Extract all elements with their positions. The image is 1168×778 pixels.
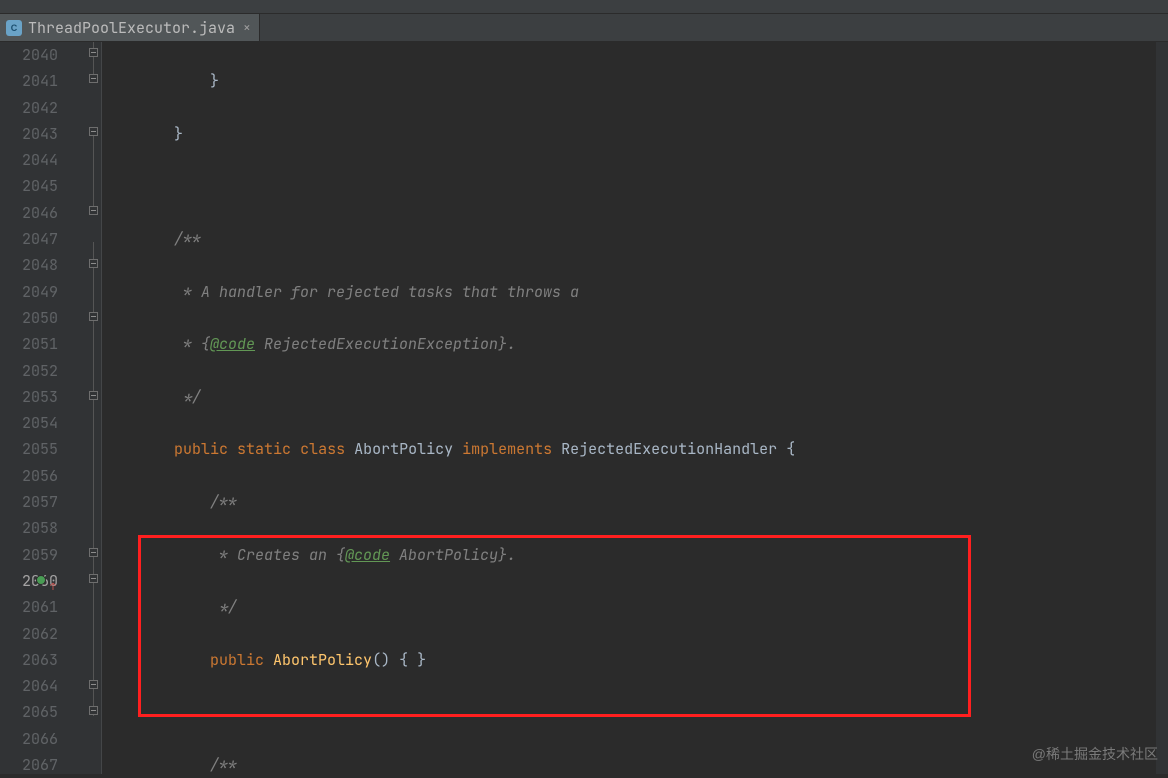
code-line: * A handler for rejected tasks that thro… bbox=[102, 279, 1168, 305]
line-number: 2045 bbox=[0, 173, 86, 199]
line-number: 2044 bbox=[0, 147, 86, 173]
fold-toggle-icon[interactable] bbox=[89, 706, 98, 715]
fold-toggle-icon[interactable] bbox=[89, 391, 98, 400]
tab-bar: C ThreadPoolExecutor.java × bbox=[0, 14, 1168, 42]
fold-toggle-icon[interactable] bbox=[89, 548, 98, 557]
fold-toggle-icon[interactable] bbox=[89, 48, 98, 57]
code-line bbox=[102, 699, 1168, 725]
code-line: /** bbox=[102, 489, 1168, 515]
line-number: 2051 bbox=[0, 331, 86, 357]
menu-bar bbox=[0, 0, 1168, 14]
fold-toggle-icon[interactable] bbox=[89, 74, 98, 83]
fold-toggle-icon[interactable] bbox=[89, 574, 98, 583]
line-number: 2066 bbox=[0, 726, 86, 752]
line-number: 2046 bbox=[0, 200, 86, 226]
override-marker-icon[interactable] bbox=[36, 575, 46, 585]
code-line: } bbox=[102, 121, 1168, 147]
code-area[interactable]: } } /** * A handler for rejected tasks t… bbox=[102, 42, 1168, 774]
editor[interactable]: 2040 2041 2042 2043 2044 2045 2046 2047 … bbox=[0, 42, 1168, 774]
code-line: */ bbox=[102, 384, 1168, 410]
code-line: public static class AbortPolicy implemen… bbox=[102, 436, 1168, 462]
line-number: 2053 bbox=[0, 384, 86, 410]
code-line: /** bbox=[102, 752, 1168, 774]
line-number: 2056 bbox=[0, 463, 86, 489]
code-line: public AbortPolicy() { } bbox=[102, 647, 1168, 673]
line-number: 2041 bbox=[0, 68, 86, 94]
fold-toggle-icon[interactable] bbox=[89, 259, 98, 268]
right-gutter bbox=[1156, 42, 1168, 774]
fold-toggle-icon[interactable] bbox=[89, 127, 98, 136]
java-class-icon: C bbox=[6, 20, 22, 36]
line-number: 2064 bbox=[0, 673, 86, 699]
line-gutter: 2040 2041 2042 2043 2044 2045 2046 2047 … bbox=[0, 42, 86, 774]
line-number: 2047 bbox=[0, 226, 86, 252]
code-line: */ bbox=[102, 594, 1168, 620]
line-number: 2059 bbox=[0, 542, 86, 568]
line-number: 2040 bbox=[0, 42, 86, 68]
fold-column bbox=[86, 42, 102, 774]
line-number: 2061 bbox=[0, 594, 86, 620]
fold-toggle-icon[interactable] bbox=[89, 680, 98, 689]
line-number: 2052 bbox=[0, 358, 86, 384]
code-line bbox=[102, 173, 1168, 199]
tab-filename: ThreadPoolExecutor.java bbox=[28, 18, 235, 38]
line-number: 2050 bbox=[0, 305, 86, 331]
code-line: } bbox=[102, 68, 1168, 94]
code-line: * {@code RejectedExecutionException}. bbox=[102, 331, 1168, 357]
close-icon[interactable]: × bbox=[241, 19, 251, 36]
line-number: 2055 bbox=[0, 436, 86, 462]
line-number: 2048 bbox=[0, 252, 86, 278]
tab-threadpoolexecutor[interactable]: C ThreadPoolExecutor.java × bbox=[0, 14, 260, 41]
line-number: 2049 bbox=[0, 279, 86, 305]
fold-toggle-icon[interactable] bbox=[89, 206, 98, 215]
line-number: 2060 ↑ bbox=[0, 568, 86, 594]
line-number: 2065 bbox=[0, 699, 86, 725]
line-number: 2057 bbox=[0, 489, 86, 515]
line-number: 2063 bbox=[0, 647, 86, 673]
line-number: 2058 bbox=[0, 515, 86, 541]
line-number: 2062 bbox=[0, 621, 86, 647]
line-number: 2054 bbox=[0, 410, 86, 436]
watermark: @稀土掘金技术社区 bbox=[1032, 744, 1158, 764]
line-number: 2043 bbox=[0, 121, 86, 147]
code-line: /** bbox=[102, 226, 1168, 252]
code-line: * Creates an {@code AbortPolicy}. bbox=[102, 542, 1168, 568]
line-number: 2042 bbox=[0, 95, 86, 121]
line-number: 2067 bbox=[0, 752, 86, 778]
fold-toggle-icon[interactable] bbox=[89, 312, 98, 321]
